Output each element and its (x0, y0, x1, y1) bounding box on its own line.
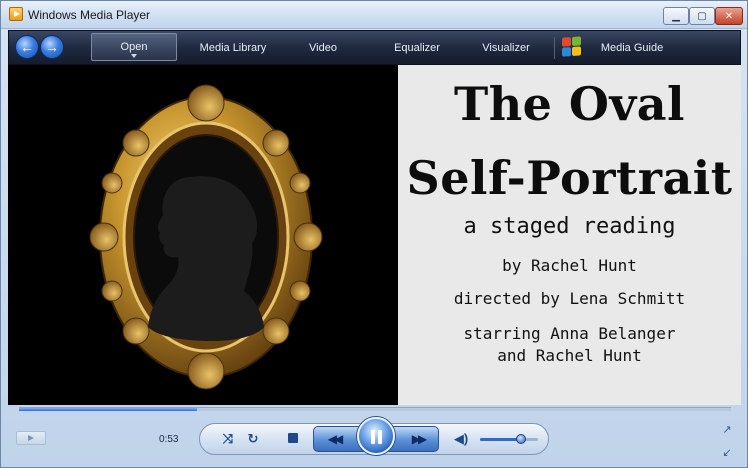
volume-slider[interactable] (480, 438, 538, 441)
play-author: by Rachel Hunt (502, 256, 637, 275)
play-title-line1: The Oval (453, 77, 686, 131)
nav-divider (554, 37, 555, 59)
pause-icon (371, 430, 375, 444)
fullscreen-icon[interactable]: ↗ (721, 423, 733, 436)
chevron-down-icon (131, 54, 137, 58)
repeat-icon[interactable]: ↻ (244, 430, 262, 448)
tab-video-label: Video (309, 41, 337, 54)
pause-button[interactable] (357, 417, 395, 455)
tab-video[interactable]: Video (291, 31, 355, 64)
play-cast-line1: starring Anna Belanger (463, 324, 676, 343)
play-subtitle: a staged reading (463, 214, 676, 239)
seek-progress (19, 408, 197, 411)
next-track-button[interactable]: ▶▶ (405, 428, 431, 450)
tab-media-guide[interactable]: Media Guide (589, 31, 675, 64)
tab-equalizer[interactable]: Equalizer (379, 31, 455, 64)
now-playing-thumbnail[interactable] (16, 431, 46, 445)
play-cast-line2: and Rachel Hunt (497, 346, 642, 365)
tab-visualizer[interactable]: Visualizer (471, 31, 541, 64)
title-card: The Oval Self-Portrait a staged reading … (398, 65, 741, 405)
switch-to-compact-mode-icon[interactable]: ↙ (721, 446, 733, 459)
media-player-window: Windows Media Player ▁ ▢ ✕ ← → Open Medi… (0, 0, 748, 468)
close-button[interactable]: ✕ (715, 7, 743, 25)
elapsed-time: 0:53 (159, 434, 179, 445)
windows-logo-icon (561, 34, 583, 58)
ornate-frame-icon (89, 84, 323, 390)
tab-equalizer-label: Equalizer (394, 41, 440, 54)
seek-bar[interactable] (19, 407, 731, 411)
oval-portrait-image (8, 65, 398, 405)
play-title-line2: Self-Portrait (406, 151, 733, 205)
stop-button[interactable] (288, 433, 298, 443)
navigation-bar: ← → Open Media Library Video Equalizer V… (8, 30, 741, 65)
tab-visualizer-label: Visualizer (482, 41, 530, 54)
maximize-button[interactable]: ▢ (689, 7, 715, 25)
tab-media-library[interactable]: Media Library (187, 31, 279, 64)
window-title: Windows Media Player (28, 8, 151, 22)
tab-media-library-label: Media Library (199, 41, 267, 54)
volume-level (480, 438, 521, 441)
transport-controls: 0:53 ⤨ ↻ ◀◀ ▶▶ ◀) ↗ ↙ (1, 413, 747, 468)
previous-track-button[interactable]: ◀◀ (321, 428, 347, 450)
tab-open[interactable]: Open (91, 33, 177, 61)
minimize-button[interactable]: ▁ (663, 7, 689, 25)
shuffle-icon[interactable]: ⤨ (219, 430, 237, 448)
media-player-app-icon (9, 7, 23, 21)
back-arrow-icon[interactable]: ← (15, 35, 39, 59)
title-bar: Windows Media Player ▁ ▢ ✕ (1, 1, 747, 29)
tab-media-guide-label: Media Guide (600, 41, 664, 54)
play-director: directed by Lena Schmitt (453, 289, 686, 308)
forward-arrow-icon[interactable]: → (40, 35, 64, 59)
volume-icon[interactable]: ◀) (452, 430, 470, 448)
volume-slider-thumb[interactable] (516, 434, 526, 444)
video-display[interactable]: The Oval Self-Portrait a staged reading … (8, 65, 741, 405)
tab-open-label: Open (120, 41, 148, 53)
